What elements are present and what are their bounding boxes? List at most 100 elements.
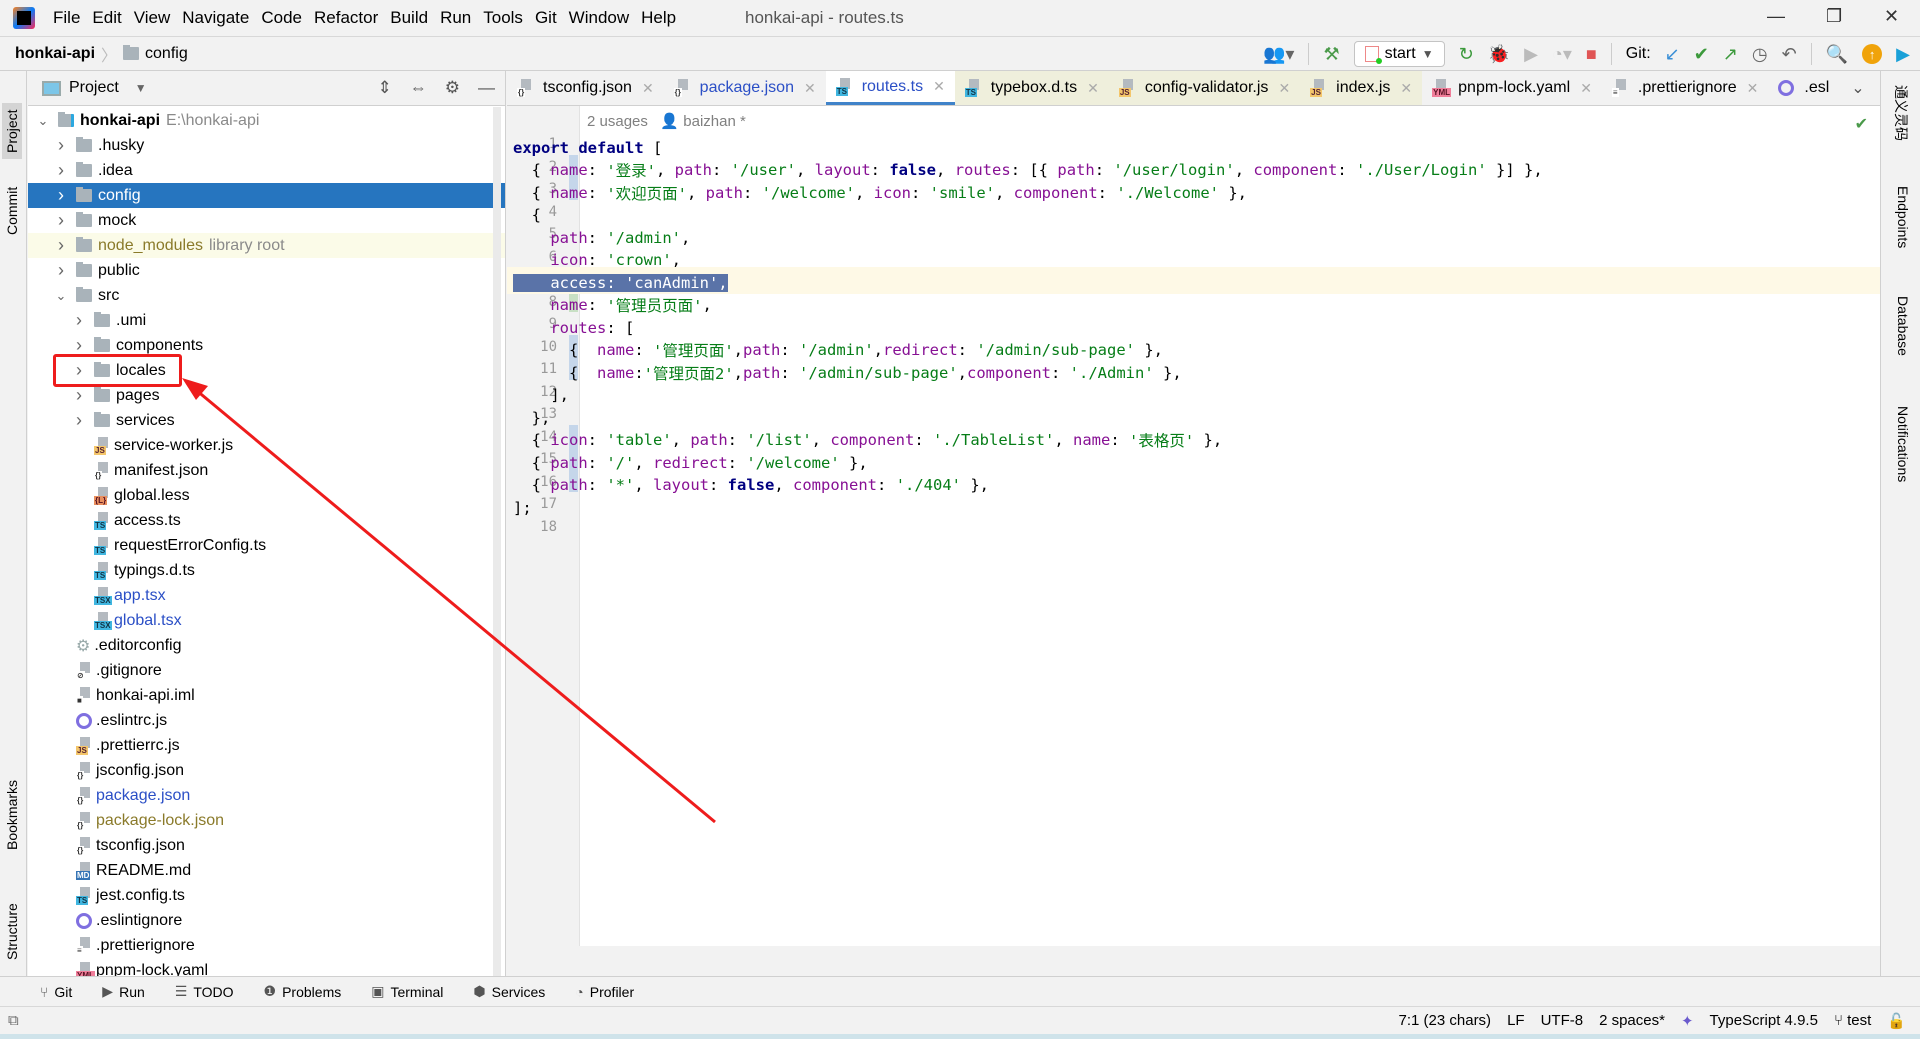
close-tab-icon[interactable]: ✕	[1747, 80, 1759, 97]
menu-edit[interactable]: Edit	[92, 8, 121, 28]
tool-window-todo[interactable]: ☰ TODO	[175, 983, 234, 1000]
editor-tab[interactable]: TS routes.ts ✕	[825, 71, 955, 105]
toggle-tool-windows-icon[interactable]: ⧉	[8, 1012, 19, 1029]
close-tab-icon[interactable]: ✕	[1087, 80, 1099, 97]
editor-tab[interactable]: YML pnpm-lock.yaml ✕	[1422, 71, 1602, 105]
editor-tab[interactable]: JS config-validator.js ✕	[1108, 71, 1301, 105]
tree-item[interactable]: ■ honkai-api.iml	[28, 683, 505, 708]
tree-item[interactable]: .eslintignore	[28, 908, 505, 933]
indent-setting[interactable]: 2 spaces*	[1599, 1012, 1665, 1029]
code-lens[interactable]: 2 usages 👤 baizhan *	[587, 112, 746, 130]
restore-button[interactable]: ❐	[1826, 6, 1842, 27]
chevron-down-icon[interactable]: ⌄	[54, 288, 68, 304]
debug-bug-icon[interactable]: 🐞	[1488, 45, 1510, 63]
minimize-button[interactable]: —	[1767, 6, 1785, 27]
close-tab-icon[interactable]: ✕	[1278, 80, 1290, 97]
close-tab-icon[interactable]: ✕	[804, 80, 816, 97]
menu-file[interactable]: File	[53, 8, 80, 28]
rollback-icon[interactable]: ↶	[1782, 45, 1797, 63]
menu-code[interactable]: Code	[261, 8, 302, 28]
menu-view[interactable]: View	[134, 8, 171, 28]
rerun-icon[interactable]: ↻	[1459, 45, 1474, 63]
tree-item[interactable]: › .idea	[28, 158, 505, 183]
expand-all-icon[interactable]: ⇕	[378, 78, 392, 98]
git-branch[interactable]: ⑂ test	[1834, 1012, 1871, 1029]
tree-item[interactable]: {L} global.less	[28, 483, 505, 508]
chevron-right-icon[interactable]: ›	[54, 135, 68, 156]
history-clock-icon[interactable]: ◷	[1752, 45, 1768, 63]
code-editor[interactable]: 123456789101112131415161718 2 usages 👤 b…	[507, 106, 1880, 946]
close-tab-icon[interactable]: ✕	[933, 78, 945, 95]
chevron-right-icon[interactable]: ›	[72, 310, 86, 331]
tool-window-terminal[interactable]: ▣ Terminal	[371, 983, 443, 1000]
coverage-icon[interactable]: ▶	[1524, 45, 1538, 63]
tree-item[interactable]: JS .prettierrc.js	[28, 733, 505, 758]
line-separator[interactable]: LF	[1507, 1012, 1525, 1029]
breadcrumb-leaf[interactable]: config	[145, 45, 188, 63]
menu-refactor[interactable]: Refactor	[314, 8, 378, 28]
close-tab-icon[interactable]: ✕	[1580, 80, 1592, 97]
code-with-me-icon[interactable]: ▶	[1896, 45, 1910, 63]
editor-tab[interactable]: .esl	[1768, 71, 1839, 105]
users-icon[interactable]: 👥▾	[1263, 45, 1294, 63]
stop-icon[interactable]: ■	[1586, 45, 1597, 63]
close-tab-icon[interactable]: ✕	[642, 80, 654, 97]
stripe-tab-tongyi[interactable]: 通义灵码	[1891, 85, 1911, 141]
file-encoding[interactable]: UTF-8	[1541, 1012, 1584, 1029]
tree-item[interactable]: .eslintrc.js	[28, 708, 505, 733]
menu-tools[interactable]: Tools	[483, 8, 523, 28]
tree-item[interactable]: TSX global.tsx	[28, 608, 505, 633]
chevron-right-icon[interactable]: ›	[72, 410, 86, 431]
hide-minus-icon[interactable]: —	[478, 78, 495, 98]
tool-window-run[interactable]: ▶ Run	[102, 983, 144, 1000]
caret-position[interactable]: 7:1 (23 chars)	[1399, 1012, 1492, 1029]
build-hammer-icon[interactable]: ⚒	[1323, 45, 1339, 63]
tool-window-services[interactable]: ⬢ Services	[473, 983, 545, 1000]
chevron-right-icon[interactable]: ›	[54, 235, 68, 256]
tree-item[interactable]: › public	[28, 258, 505, 283]
profile-icon[interactable]: ◔▾	[1552, 45, 1572, 63]
editor-tab[interactable]: JS index.js ✕	[1300, 71, 1423, 105]
tree-item[interactable]: › .husky	[28, 133, 505, 158]
tree-root[interactable]: ⌄ honkai-api E:\honkai-api	[28, 108, 505, 133]
stripe-tab-commit[interactable]: Commit	[2, 181, 22, 241]
tree-item[interactable]: ⌄ src	[28, 283, 505, 308]
git-push-icon[interactable]: ↗	[1723, 45, 1738, 63]
gear-icon[interactable]: ⚙	[445, 78, 460, 98]
menu-build[interactable]: Build	[390, 8, 428, 28]
code-line[interactable]	[513, 517, 1886, 544]
stripe-tab-notifications[interactable]: Notifications	[1895, 406, 1911, 482]
stripe-tab-project[interactable]: Project	[2, 103, 22, 159]
chevron-down-icon[interactable]: ⌄	[36, 113, 50, 129]
tree-item[interactable]: › mock	[28, 208, 505, 233]
menu-help[interactable]: Help	[641, 8, 676, 28]
project-scrollbar[interactable]	[493, 107, 501, 997]
tree-item[interactable]: ⚙ .editorconfig	[28, 633, 505, 658]
tree-item[interactable]: TS typings.d.ts	[28, 558, 505, 583]
editor-tab[interactable]: TS typebox.d.ts ✕	[954, 71, 1109, 105]
stripe-tab-endpoints[interactable]: Endpoints	[1895, 186, 1911, 248]
menu-run[interactable]: Run	[440, 8, 471, 28]
tool-window-profiler[interactable]: ◔ Profiler	[575, 984, 634, 1000]
menu-git[interactable]: Git	[535, 8, 557, 28]
chevron-right-icon[interactable]: ›	[54, 185, 68, 206]
editor-tab[interactable]: {} package.json ✕	[664, 71, 826, 105]
tree-item[interactable]: {} jsconfig.json	[28, 758, 505, 783]
run-config-select[interactable]: start ▼	[1353, 41, 1445, 67]
language-service[interactable]: TypeScript 4.9.5	[1710, 1012, 1818, 1029]
project-view-title[interactable]: Project	[69, 79, 119, 97]
tree-item[interactable]: › services	[28, 408, 505, 433]
inspection-ok-check-icon[interactable]: ✔	[1855, 114, 1868, 134]
menu-navigate[interactable]: Navigate	[182, 8, 249, 28]
stripe-tab-database[interactable]: Database	[1895, 296, 1911, 356]
editor-tab[interactable]: {} tsconfig.json ✕	[507, 71, 664, 105]
chevron-right-icon[interactable]: ›	[72, 335, 86, 356]
readonly-lock-icon[interactable]: 🔓	[1887, 1012, 1906, 1030]
tongyi-icon[interactable]: ✦	[1681, 1012, 1694, 1030]
tree-item[interactable]: TSX app.tsx	[28, 583, 505, 608]
tree-item[interactable]: › config	[28, 183, 505, 208]
tree-item[interactable]: {} tsconfig.json	[28, 833, 505, 858]
close-tab-icon[interactable]: ✕	[1400, 80, 1412, 97]
tab-list-chevron-icon[interactable]: ⌄	[1851, 78, 1864, 98]
stripe-tab-structure[interactable]: Structure	[2, 897, 22, 966]
